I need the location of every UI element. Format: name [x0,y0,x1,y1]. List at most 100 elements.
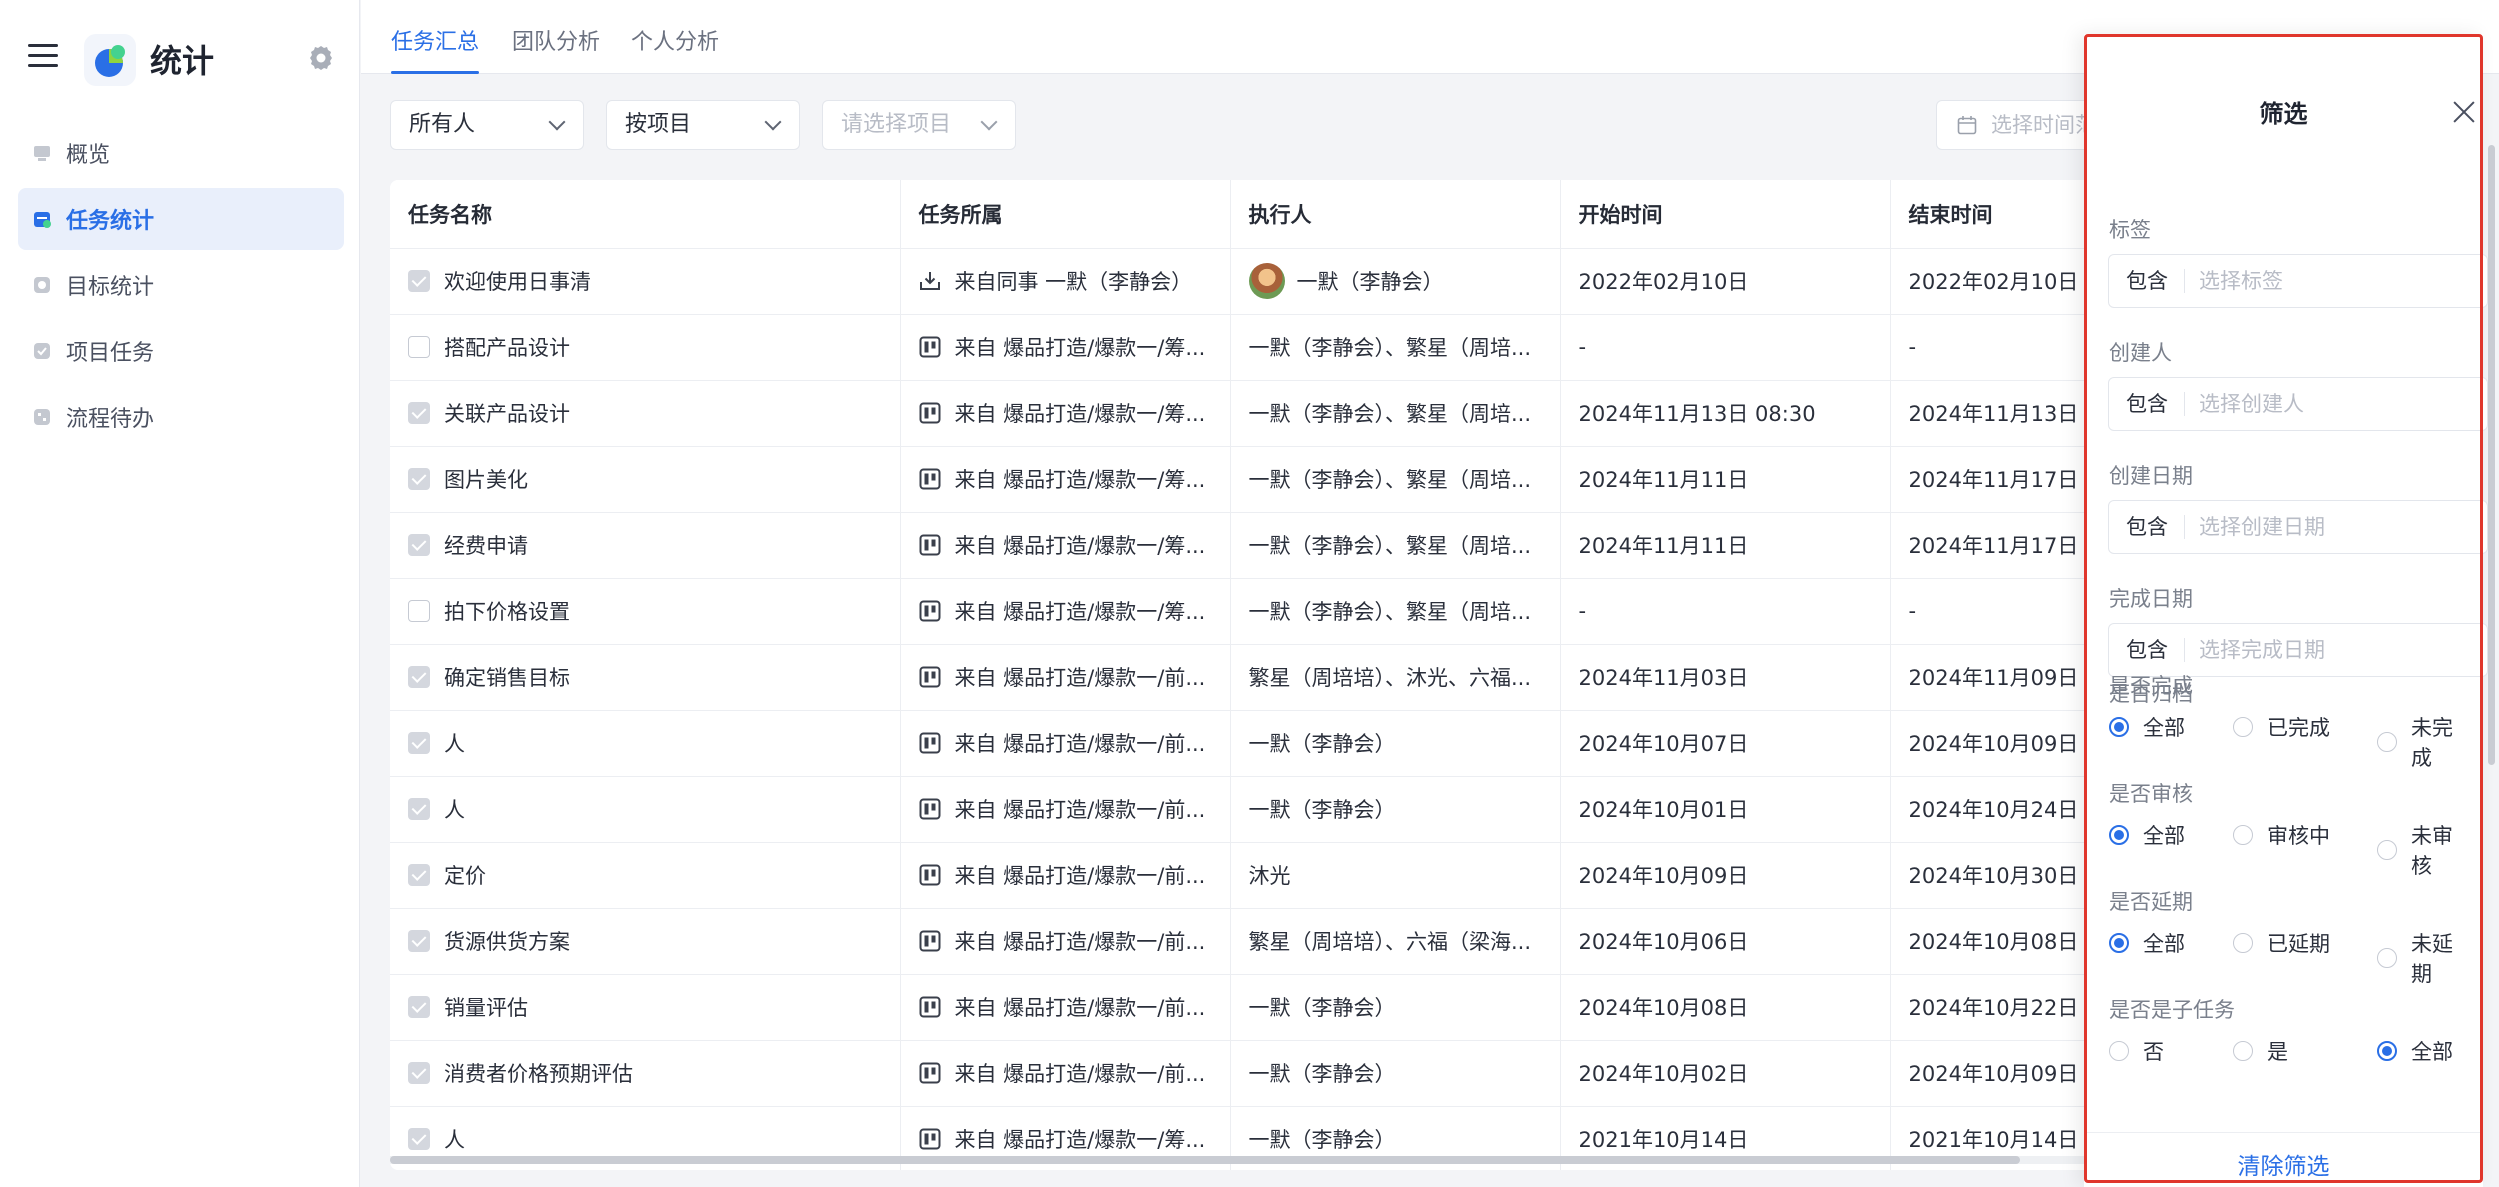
clear-filter-button[interactable]: 清除筛选 [2084,1147,2483,1181]
radio-option[interactable]: 全部 [2109,712,2185,742]
radio-button[interactable] [2109,717,2129,737]
radio-button[interactable] [2109,933,2129,953]
task-name-cell[interactable]: 图片美化 [390,446,901,513]
radio-option[interactable]: 全部 [2109,928,2185,958]
task-checkbox[interactable] [408,336,430,358]
goal-stats-icon [34,277,50,293]
task-checkbox[interactable] [408,600,430,622]
contains-operator[interactable]: 包含 [2109,378,2185,430]
hamburger-menu-icon[interactable] [28,44,58,70]
group-by-select[interactable]: 按项目 [606,100,800,150]
task-name-cell[interactable]: 确定销售目标 [390,644,901,711]
sidebar-item-goal-stats[interactable]: 目标统计 [18,254,344,316]
radio-option[interactable]: 未完成 [2377,712,2469,772]
column-header-start-time[interactable]: 开始时间 [1560,180,1891,249]
task-name-cell[interactable]: 消费者价格预期评估 [390,1040,901,1107]
filter-field-label: 标签 [2109,218,2151,242]
task-name-cell[interactable]: 欢迎使用日事清 [390,248,901,315]
table-row[interactable]: 定价 来自 爆品打造/爆款一/前... 沐光 2024年10月09日 2024年10月3… [390,842,2110,909]
filter-field-input[interactable]: 包含 选择创建人 [2108,377,2488,431]
radio-button[interactable] [2109,825,2129,845]
scrollbar-thumb[interactable] [390,1156,2020,1164]
owner-select[interactable]: 所有人 [390,100,584,150]
radio-button[interactable] [2377,1041,2397,1061]
table-row[interactable]: 货源供货方案 来自 爆品打造/爆款一/前... 繁星（周培培）、六福（梁海... 20… [390,908,2110,975]
radio-button[interactable] [2377,840,2397,860]
contains-operator[interactable]: 包含 [2109,624,2185,676]
close-icon[interactable] [2452,100,2476,124]
radio-button[interactable] [2377,948,2397,968]
time-range-input[interactable]: 选择时间范 [1936,100,2096,150]
radio-option[interactable]: 全部 [2109,820,2185,850]
task-name-cell[interactable]: 拍下价格设置 [390,578,901,645]
task-checkbox[interactable] [408,1062,430,1084]
filter-field-input[interactable]: 包含 选择标签 [2108,254,2488,308]
task-name-cell[interactable]: 货源供货方案 [390,908,901,975]
sidebar-item-workflow[interactable]: 流程待办 [18,386,344,448]
task-checkbox[interactable] [408,402,430,424]
project-select[interactable]: 请选择项目 [822,100,1016,150]
sidebar-item-task-stats[interactable]: 任务统计 [18,188,344,250]
filter-field-input[interactable]: 包含 选择创建日期 [2108,500,2488,554]
task-checkbox[interactable] [408,732,430,754]
task-name: 图片美化 [444,468,528,492]
tab-task-summary[interactable]: 任务汇总 [391,24,480,74]
sidebar-item-project-task[interactable]: 项目任务 [18,320,344,382]
task-name-cell[interactable]: 定价 [390,842,901,909]
radio-option[interactable]: 已延期 [2233,928,2330,958]
column-header-source[interactable]: 任务所属 [900,180,1231,249]
table-row[interactable]: 搭配产品设计 来自 爆品打造/爆款一/筹... 一默（李静会）、繁星（周培... - - [390,314,2110,381]
radio-button[interactable] [2109,1041,2129,1061]
table-row[interactable]: 人 来自 爆品打造/爆款一/前... 一默（李静会） 2024年10月07日 2024年… [390,710,2110,777]
table-row[interactable]: 确定销售目标 来自 爆品打造/爆款一/前... 繁星（周培培）、沐光、六福... 20… [390,644,2110,711]
table-row[interactable]: 欢迎使用日事清 来自同事 一默（李静会） 一默（李静会） 2022年02月10日 202… [390,248,2110,315]
table-row[interactable]: 销量评估 来自 爆品打造/爆款一/前... 一默（李静会） 2024年10月08日 20… [390,974,2110,1041]
column-header-task-name[interactable]: 任务名称 [390,180,901,249]
task-name-cell[interactable]: 人 [390,776,901,843]
radio-option[interactable]: 是 [2233,1036,2288,1066]
task-checkbox[interactable] [408,1128,430,1150]
task-checkbox[interactable] [408,864,430,886]
task-checkbox[interactable] [408,996,430,1018]
table-row[interactable]: 消费者价格预期评估 来自 爆品打造/爆款一/前... 一默（李静会） 2024年10月… [390,1040,2110,1107]
radio-option[interactable]: 未审核 [2377,820,2469,880]
task-checkbox[interactable] [408,534,430,556]
task-checkbox[interactable] [408,468,430,490]
task-name-cell[interactable]: 销量评估 [390,974,901,1041]
contains-operator[interactable]: 包含 [2109,501,2185,553]
table-row[interactable]: 关联产品设计 来自 爆品打造/爆款一/筹... 一默（李静会）、繁星（周培... 20… [390,380,2110,447]
task-name-cell[interactable]: 人 [390,710,901,777]
horizontal-scrollbar[interactable] [390,1156,2110,1164]
column-header-assignee[interactable]: 执行人 [1230,180,1561,249]
tab-personal-analysis[interactable]: 个人分析 [631,24,719,74]
end-time-cell: 2024年11月13日 09 [1890,380,2110,447]
task-name-cell[interactable]: 关联产品设计 [390,380,901,447]
task-name-cell[interactable]: 搭配产品设计 [390,314,901,381]
task-checkbox[interactable] [408,930,430,952]
task-checkbox[interactable] [408,666,430,688]
filter-field-input[interactable]: 包含 选择完成日期 [2108,623,2488,677]
table-row[interactable]: 拍下价格设置 来自 爆品打造/爆款一/筹... 一默（李静会）、繁星（周培... - - [390,578,2110,645]
column-header-end-time[interactable]: 结束时间 [1890,180,2110,249]
tab-team-analysis[interactable]: 团队分析 [512,24,600,74]
radio-option[interactable]: 已完成 [2233,712,2330,742]
gear-icon[interactable] [306,43,336,73]
radio-option[interactable]: 审核中 [2233,820,2330,850]
radio-button[interactable] [2377,732,2397,752]
radio-button[interactable] [2233,717,2253,737]
sidebar-item-overview[interactable]: 概览 [18,122,344,184]
radio-option[interactable]: 未延期 [2377,928,2469,988]
contains-operator[interactable]: 包含 [2109,255,2185,307]
radio-button[interactable] [2233,1041,2253,1061]
task-name-cell[interactable]: 经费申请 [390,512,901,579]
table-row[interactable]: 图片美化 来自 爆品打造/爆款一/筹... 一默（李静会）、繁星（周培... 2024… [390,446,2110,513]
panel-scrollbar[interactable] [2488,145,2495,765]
radio-button[interactable] [2233,825,2253,845]
task-checkbox[interactable] [408,798,430,820]
radio-option[interactable]: 全部 [2377,1036,2453,1066]
radio-button[interactable] [2233,933,2253,953]
table-row[interactable]: 人 来自 爆品打造/爆款一/前... 一默（李静会） 2024年10月01日 2024年… [390,776,2110,843]
task-checkbox[interactable] [408,270,430,292]
radio-option[interactable]: 否 [2109,1036,2164,1066]
table-row[interactable]: 经费申请 来自 爆品打造/爆款一/筹... 一默（李静会）、繁星（周培... 2024… [390,512,2110,579]
